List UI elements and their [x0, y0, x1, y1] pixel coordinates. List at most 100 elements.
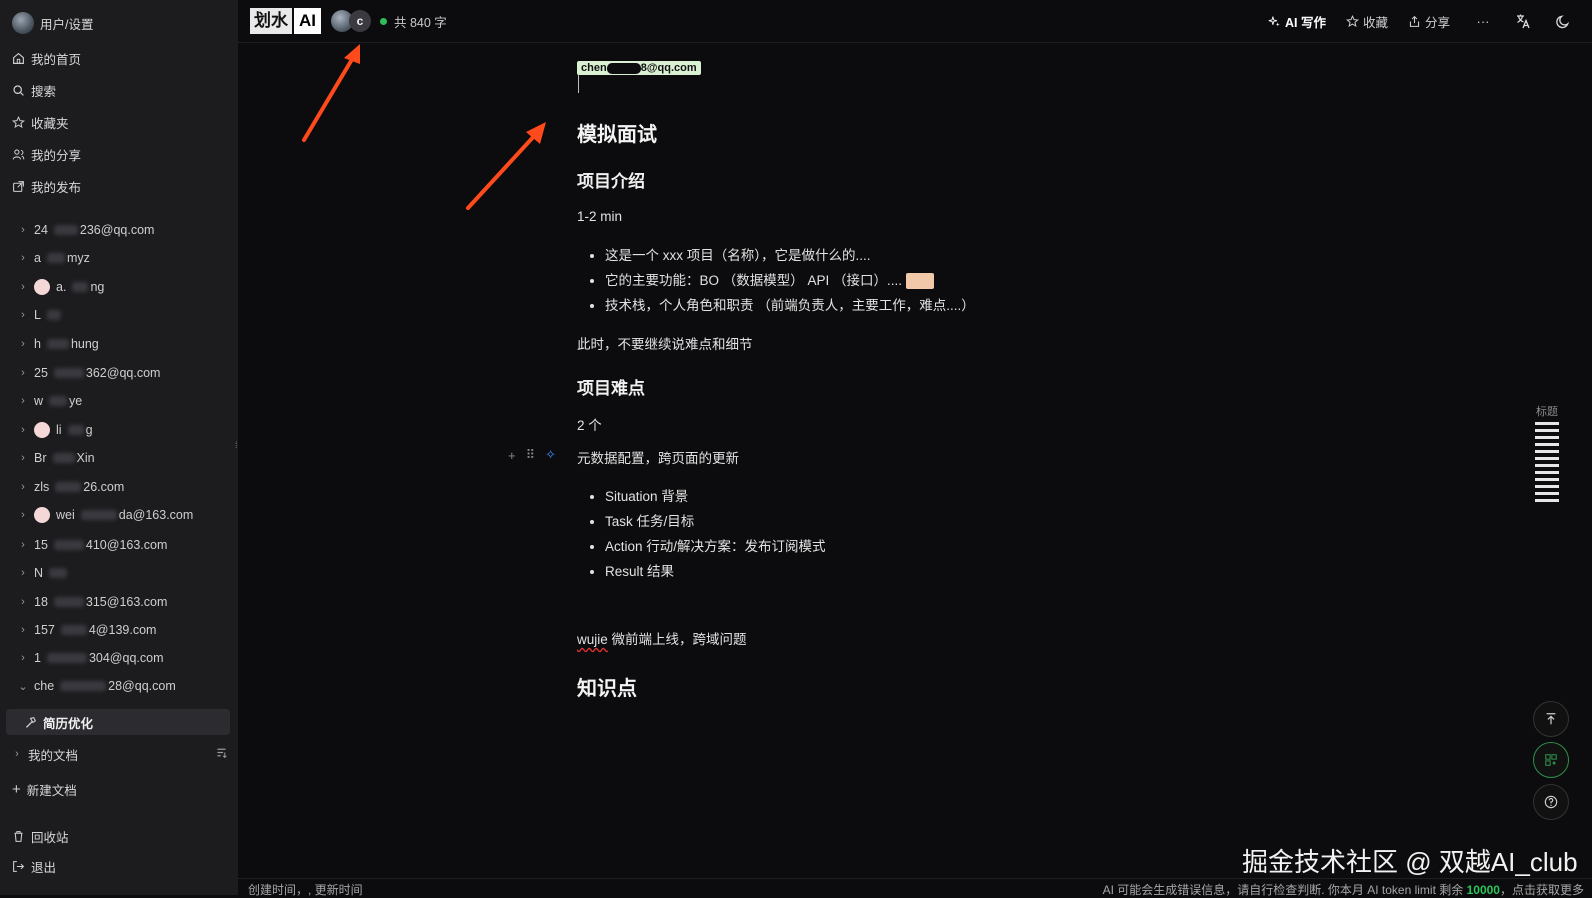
chevron-right-icon[interactable]: ›	[18, 424, 28, 436]
doc-tree-item[interactable]: › wei da@163.com	[18, 503, 228, 527]
chevron-right-icon[interactable]: ›	[18, 252, 28, 264]
list-item[interactable]: Situation 背景	[605, 484, 826, 509]
ai-write-button[interactable]: AI 写作	[1260, 8, 1334, 35]
doc-tree-item-label-rest: da@163.com	[118, 508, 194, 522]
doc-tree-item[interactable]: › 25 362@qq.com	[18, 361, 228, 385]
doc-paragraph[interactable]: 此时，不要继续说难点和细节	[577, 333, 753, 353]
logo-ai: AI	[294, 8, 321, 34]
doc-tree-item-label-rest: g	[85, 423, 93, 437]
sidebar-resize-handle[interactable]: ⁞	[235, 440, 239, 452]
doc-paragraph[interactable]: 元数据配置，跨页面的更新	[577, 447, 739, 467]
doc-heading-2[interactable]: 项目难点	[577, 374, 645, 399]
help-button[interactable]	[1533, 784, 1569, 820]
doc-tree-item[interactable]: › 157 4@139.com	[18, 618, 228, 642]
doc-tree-item[interactable]: › N	[18, 561, 228, 585]
doc-tree-item[interactable]: › w ye	[18, 389, 228, 413]
list-item[interactable]: 这是一个 xxx 项目（名称），它是做什么的....	[605, 243, 975, 268]
favorite-button[interactable]: 收藏	[1338, 8, 1396, 35]
chevron-down-icon[interactable]: ⌄	[18, 680, 28, 693]
chevron-right-icon[interactable]: ›	[18, 596, 28, 608]
users-icon	[12, 148, 25, 160]
sidebar-item-label: 收藏夹	[31, 116, 69, 131]
app-logo[interactable]: 划水 AI	[250, 8, 321, 34]
my-docs-section[interactable]: › 我的文档	[12, 741, 228, 767]
doc-tree-item[interactable]: › 15 410@163.com	[18, 533, 228, 557]
doc-tree-item-label: a.	[56, 280, 67, 294]
doc-heading-1[interactable]: 模拟面试	[577, 118, 657, 147]
list-item[interactable]: Task 任务/目标	[605, 509, 826, 534]
more-button[interactable]: ···	[1468, 7, 1498, 35]
collaborators[interactable]: c	[331, 10, 371, 32]
chevron-right-icon[interactable]: ›	[18, 652, 28, 664]
chevron-right-icon[interactable]: ›	[18, 481, 28, 493]
outline-minimap[interactable]	[1535, 422, 1559, 506]
sidebar-item-home[interactable]: 我的首页	[12, 45, 228, 71]
list-item[interactable]: Result 结果	[605, 559, 826, 584]
doc-tree-item-label-rest: 26.com	[83, 480, 125, 494]
arrow-up-icon	[1546, 713, 1556, 725]
avatar	[12, 12, 34, 34]
chevron-right-icon[interactable]: ›	[18, 309, 28, 321]
doc-bullet-list: Situation 背景 Task 任务/目标 Action 行动/解决方案：发…	[585, 484, 826, 584]
doc-tree-item[interactable]: › a myz	[18, 246, 228, 270]
redaction-blur	[46, 253, 65, 263]
new-doc-button[interactable]: + 新建文档	[12, 776, 228, 802]
doc-tree-item[interactable]: › zls 26.com	[18, 475, 228, 499]
annotation-arrow	[302, 44, 360, 142]
chevron-right-icon[interactable]: ›	[18, 624, 28, 636]
sidebar-item-favorites[interactable]: 收藏夹	[12, 109, 228, 135]
doc-tree-item[interactable]: › 1 304@qq.com	[18, 646, 228, 670]
ai-sparkle-icon[interactable]: ✧	[545, 447, 556, 463]
chevron-right-icon[interactable]: ›	[18, 281, 28, 293]
translate-button[interactable]	[1508, 7, 1538, 35]
chevron-right-icon[interactable]: ›	[18, 452, 28, 464]
user-settings[interactable]: 用户/设置	[12, 10, 228, 36]
doc-tree-item[interactable]: › li g	[18, 418, 228, 442]
list-item[interactable]: Action 行动/解决方案：发布订阅模式	[605, 534, 826, 559]
favorite-label: 收藏	[1362, 15, 1388, 30]
sidebar-item-my-shares[interactable]: 我的分享	[12, 141, 228, 167]
chevron-right-icon[interactable]: ›	[18, 539, 28, 551]
doc-tree-item[interactable]: › L	[18, 303, 228, 327]
sort-icon[interactable]	[215, 746, 228, 762]
doc-tree-item-label-rest: 315@163.com	[85, 595, 168, 609]
drag-handle-icon[interactable]: ⠿	[526, 447, 536, 463]
sidebar-item-label: 我的分享	[31, 148, 82, 163]
list-item[interactable]: 技术栈，个人角色和职责 （前端负责人，主要工作，难点....）	[605, 293, 975, 318]
doc-tree-item[interactable]: › 18 315@163.com	[18, 590, 228, 614]
share-button[interactable]: 分享	[1400, 8, 1458, 35]
doc-tree-item[interactable]: › a. ng	[18, 275, 228, 299]
theme-toggle-button[interactable]	[1548, 7, 1578, 35]
chevron-right-icon[interactable]: ›	[18, 395, 28, 407]
doc-item-active[interactable]: 简历优化	[6, 709, 230, 735]
logo-text: 划水	[250, 8, 292, 34]
qr-code-button[interactable]	[1533, 742, 1569, 778]
chevron-right-icon[interactable]: ›	[18, 224, 28, 236]
doc-tree-item[interactable]: › 24 236@qq.com	[18, 218, 228, 242]
chevron-right-icon[interactable]: ›	[18, 367, 28, 379]
online-status-dot	[380, 17, 387, 25]
doc-paragraph[interactable]: 2 个	[577, 414, 602, 434]
scroll-top-button[interactable]	[1533, 701, 1569, 737]
outline-label: 标题	[1536, 406, 1558, 418]
chevron-right-icon[interactable]: ›	[18, 567, 28, 579]
doc-paragraph[interactable]: 1-2 min	[577, 209, 622, 224]
sidebar-item-logout[interactable]: 退出	[12, 853, 228, 879]
sidebar-item-search[interactable]: 搜索	[12, 77, 228, 103]
doc-heading-2[interactable]: 项目介绍	[577, 167, 645, 192]
chevron-right-icon[interactable]: ›	[18, 338, 28, 350]
doc-tree-item[interactable]: › Br Xin	[18, 446, 228, 470]
doc-heading-1[interactable]: 知识点	[577, 672, 637, 701]
doc-tree-item[interactable]: ⌄ che 28@qq.com	[18, 674, 228, 698]
doc-tree-item-label-rest: 28@qq.com	[108, 679, 176, 693]
add-block-icon[interactable]: +	[508, 448, 516, 463]
doc-paragraph[interactable]: wujie 微前端上线，跨域问题	[577, 628, 747, 648]
sidebar-item-my-publish[interactable]: 我的发布	[12, 173, 228, 199]
doc-tree-item[interactable]: › h hung	[18, 332, 228, 356]
sidebar-item-trash[interactable]: 回收站	[12, 823, 228, 849]
chevron-right-icon[interactable]: ›	[18, 509, 28, 521]
list-item[interactable]: 它的主要功能：BO （数据模型） API （接口）....	[605, 268, 975, 293]
doc-tree-item-label: w	[34, 394, 44, 408]
ai-token-notice[interactable]: AI 可能会生成错误信息，请自行检查判断. 你本月 AI token limit…	[1103, 881, 1584, 898]
more-icon: ···	[1476, 13, 1490, 29]
